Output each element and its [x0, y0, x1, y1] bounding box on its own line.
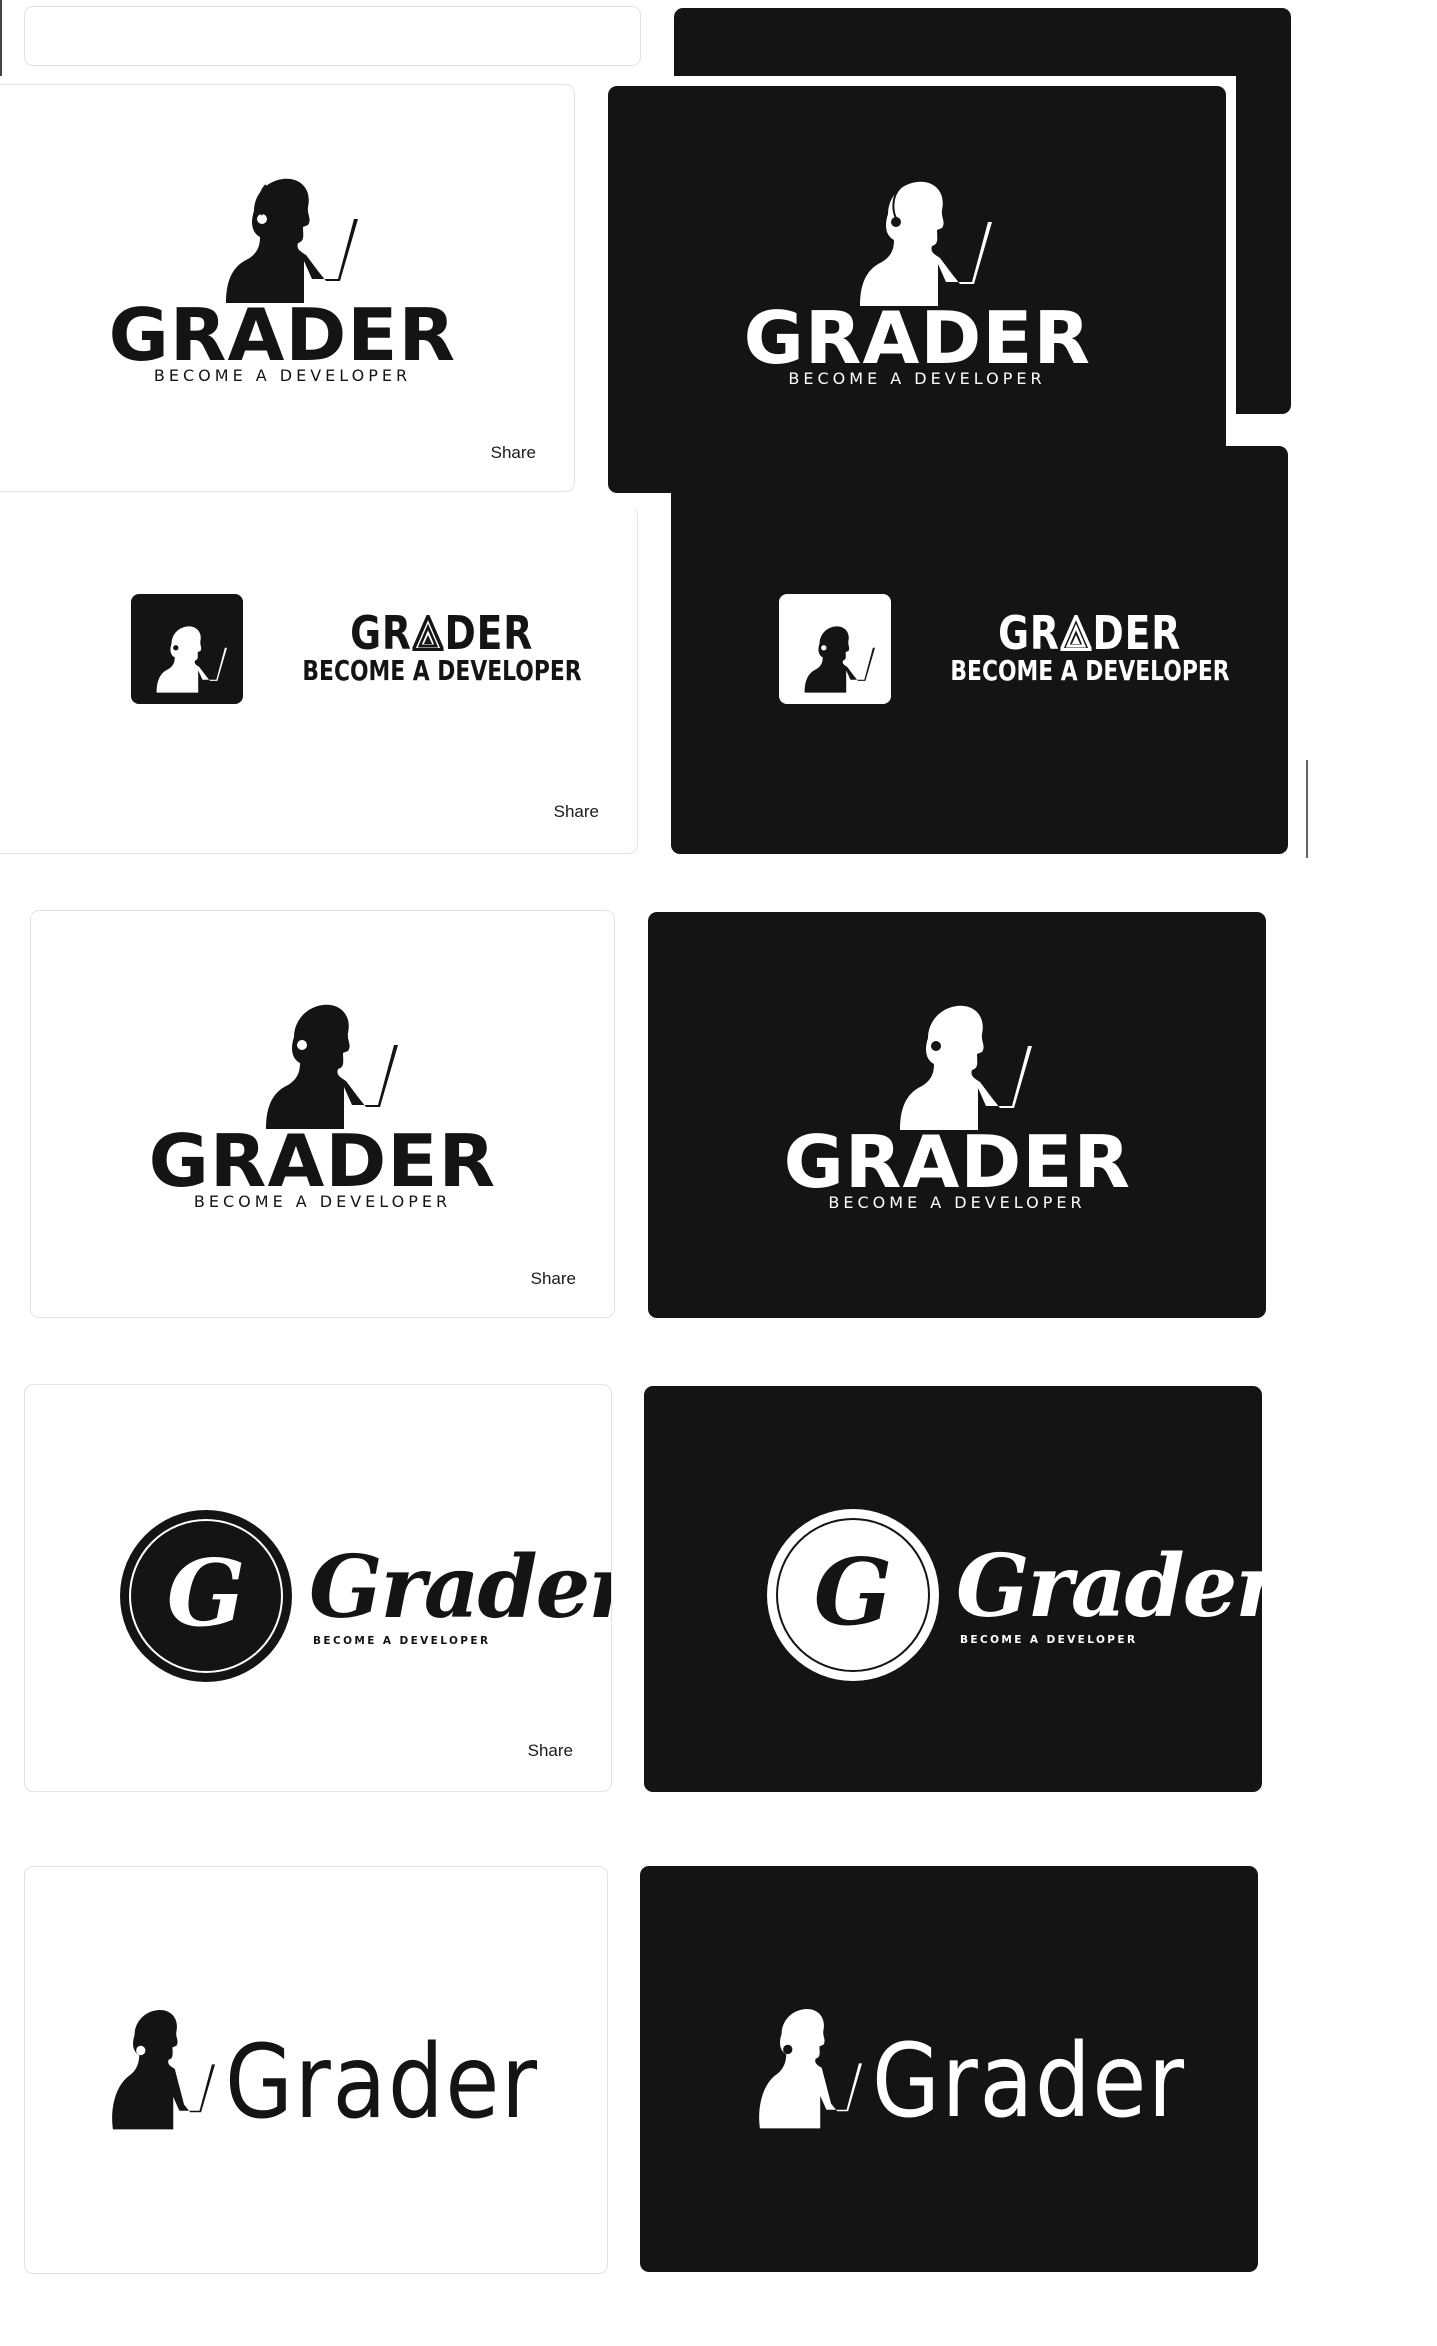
logo-card-4-light[interactable]: G Grader BECOME A DEVELOPER Share: [24, 1384, 612, 1792]
developer-silhouette-icon: [112, 2010, 215, 2130]
developer-silhouette-icon: [759, 2009, 862, 2129]
brand-name-thin: Grader: [225, 2023, 539, 2142]
logo-card-3-light[interactable]: GRADER BECOME A DEVELOPER Share: [30, 910, 615, 1318]
share-button[interactable]: Share: [528, 1741, 573, 1761]
monogram-letter: G: [814, 1538, 893, 1646]
brand-tagline: BECOME A DEVELOPER: [950, 654, 1230, 687]
logo-card-1-light[interactable]: GRADER BECOME A DEVELOPER Share: [0, 84, 575, 492]
logo-card-5-light[interactable]: Grader: [24, 1866, 608, 2274]
brand-name-part-2: DER: [444, 606, 534, 660]
triangle-a-icon: [1059, 611, 1095, 652]
brand-name-triangle: GR DER: [998, 610, 1181, 656]
g-circle-monogram-icon: G: [767, 1509, 939, 1681]
brand-name-script: Grader: [956, 1536, 1262, 1637]
badge-mark: [779, 594, 891, 704]
grader-stacked-logo: GRADER BECOME A DEVELOPER: [608, 178, 1226, 388]
grader-stacked-logo: GRADER BECOME A DEVELOPER: [0, 175, 574, 385]
brand-name-part-2: DER: [1092, 606, 1182, 660]
brand-tagline: BECOME A DEVELOPER: [302, 654, 582, 687]
brand-name: GRADER: [148, 1119, 497, 1203]
grader-stacked-logo: GRADER BECOME A DEVELOPER: [648, 1002, 1266, 1212]
grader-stacked-logo: GRADER BECOME A DEVELOPER: [31, 1001, 614, 1211]
developer-silhouette-icon: [225, 178, 358, 303]
share-button[interactable]: Share: [554, 802, 599, 822]
grader-badge-logo: GR DER BECOME A DEVELOPER: [131, 594, 621, 704]
brand-name: GRADER: [783, 1120, 1131, 1204]
developer-silhouette-icon: [860, 181, 992, 306]
brand-name: GRADER: [108, 293, 457, 377]
triangle-a-icon: [411, 611, 447, 652]
scroll-edge-right: [1306, 760, 1308, 858]
grader-script-logo: G Grader BECOME A DEVELOPER: [119, 1509, 612, 1683]
brand-tagline: BECOME A DEVELOPER: [960, 1634, 1138, 1646]
brand-tagline: BECOME A DEVELOPER: [313, 1635, 491, 1647]
grader-script-logo: G Grader BECOME A DEVELOPER: [766, 1508, 1262, 1682]
developer-silhouette-icon: [804, 626, 875, 693]
brand-name-part-1: GR: [350, 606, 413, 660]
grader-badge-logo: GR DER BECOME A DEVELOPER: [779, 594, 1269, 704]
grader-thin-logo: Grader: [99, 2007, 590, 2142]
brand-name-part-1: GR: [998, 606, 1061, 660]
logo-card-3-dark[interactable]: GRADER BECOME A DEVELOPER: [648, 912, 1266, 1318]
badge-mark: [131, 594, 243, 704]
brand-name-triangle: GR DER: [350, 610, 533, 656]
grader-thin-logo: Grader: [746, 2006, 1237, 2141]
brand-name-thin: Grader: [872, 2022, 1186, 2141]
scroll-edge-left: [0, 0, 2, 76]
logo-card-1-dark[interactable]: GRADER BECOME A DEVELOPER: [608, 86, 1226, 493]
g-circle-monogram-icon: G: [120, 1510, 292, 1682]
logo-card-5-dark[interactable]: Grader: [640, 1866, 1258, 2272]
developer-silhouette-icon: [156, 626, 227, 693]
logo-card-2-light[interactable]: GR DER BECOME A DEVELOPER Share: [0, 506, 638, 854]
logo-card-back-light[interactable]: [24, 6, 641, 66]
brand-name: GRADER: [743, 296, 1091, 380]
share-button[interactable]: Share: [531, 1269, 576, 1289]
developer-silhouette-icon: [265, 1004, 398, 1129]
logo-card-2-dark[interactable]: GR DER BECOME A DEVELOPER: [671, 446, 1288, 854]
developer-silhouette-icon: [900, 1005, 1032, 1130]
share-button[interactable]: Share: [491, 443, 536, 463]
monogram-letter: G: [167, 1539, 246, 1647]
logo-card-4-dark[interactable]: G Grader BECOME A DEVELOPER: [644, 1386, 1262, 1792]
brand-name-script: Grader: [309, 1537, 612, 1638]
